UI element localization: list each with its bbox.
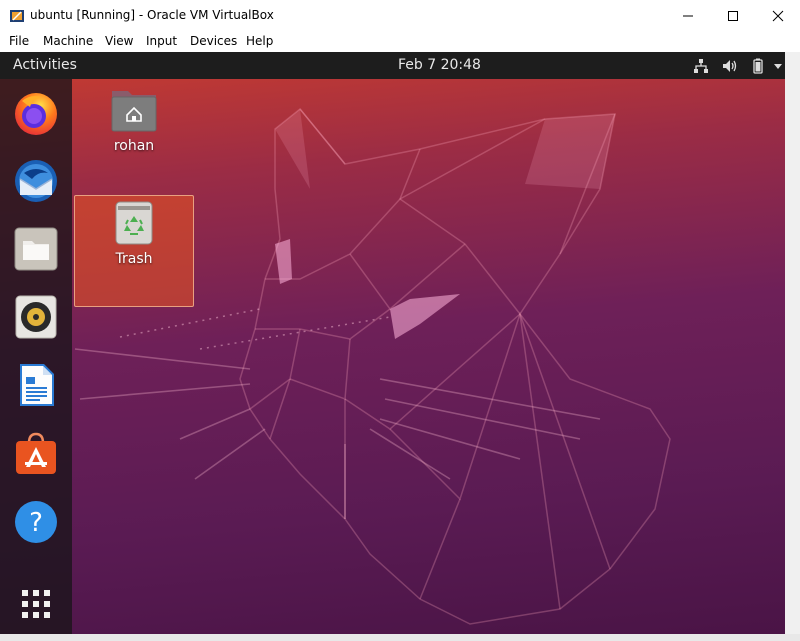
window-titlebar: ubuntu [Running] - Oracle VM VirtualBox (0, 0, 800, 32)
battery-icon[interactable] (749, 57, 767, 75)
dock: ? (0, 79, 72, 634)
activities-button[interactable]: Activities (13, 57, 77, 73)
minimize-icon (683, 15, 693, 17)
menu-help[interactable]: Help (246, 34, 273, 48)
gnome-top-bar: Activities Feb 7 20:48 (0, 52, 785, 79)
menu-devices[interactable]: Devices (190, 34, 237, 48)
menu-input[interactable]: Input (146, 34, 177, 48)
system-menu-chevron-down-icon[interactable] (772, 57, 784, 75)
help-icon[interactable]: ? (12, 498, 60, 546)
show-applications-icon[interactable] (12, 580, 60, 628)
virtualbox-app-icon (10, 10, 24, 22)
horizontal-scrollbar[interactable] (0, 634, 800, 641)
desktop-icon-home[interactable]: rohan (89, 87, 179, 154)
volume-icon[interactable] (721, 57, 739, 75)
menu-view[interactable]: View (105, 34, 133, 48)
wallpaper-cat-artwork (74, 107, 671, 625)
home-folder-icon (111, 91, 157, 132)
close-icon (772, 10, 784, 22)
guest-screen[interactable]: Activities Feb 7 20:48 ? rohan Trash (0, 52, 785, 634)
close-button[interactable] (755, 0, 800, 32)
desktop-icon-trash[interactable]: Trash (89, 200, 179, 267)
desktop-icon-label: rohan (113, 138, 155, 154)
menu-file[interactable]: File (9, 34, 29, 48)
maximize-icon (728, 11, 738, 21)
maximize-button[interactable] (710, 0, 756, 32)
trash-icon (115, 201, 153, 245)
menu-machine[interactable]: Machine (43, 34, 93, 48)
desktop-background[interactable] (0, 79, 785, 634)
ubuntu-software-icon[interactable] (12, 429, 60, 477)
thunderbird-icon[interactable] (12, 157, 60, 205)
firefox-icon[interactable] (12, 89, 60, 137)
svg-text:?: ? (29, 508, 43, 538)
rhythmbox-icon[interactable] (12, 293, 60, 341)
clock[interactable]: Feb 7 20:48 (398, 57, 481, 73)
window-title: ubuntu [Running] - Oracle VM VirtualBox (30, 8, 274, 22)
network-icon[interactable] (692, 57, 710, 75)
minimize-button[interactable] (665, 0, 711, 32)
menu-bar: File Machine View Input Devices Help (0, 32, 800, 52)
files-icon[interactable] (12, 225, 60, 273)
vertical-scrollbar[interactable] (785, 52, 800, 634)
libreoffice-writer-icon[interactable] (12, 361, 60, 409)
desktop-icon-label: Trash (115, 251, 153, 267)
